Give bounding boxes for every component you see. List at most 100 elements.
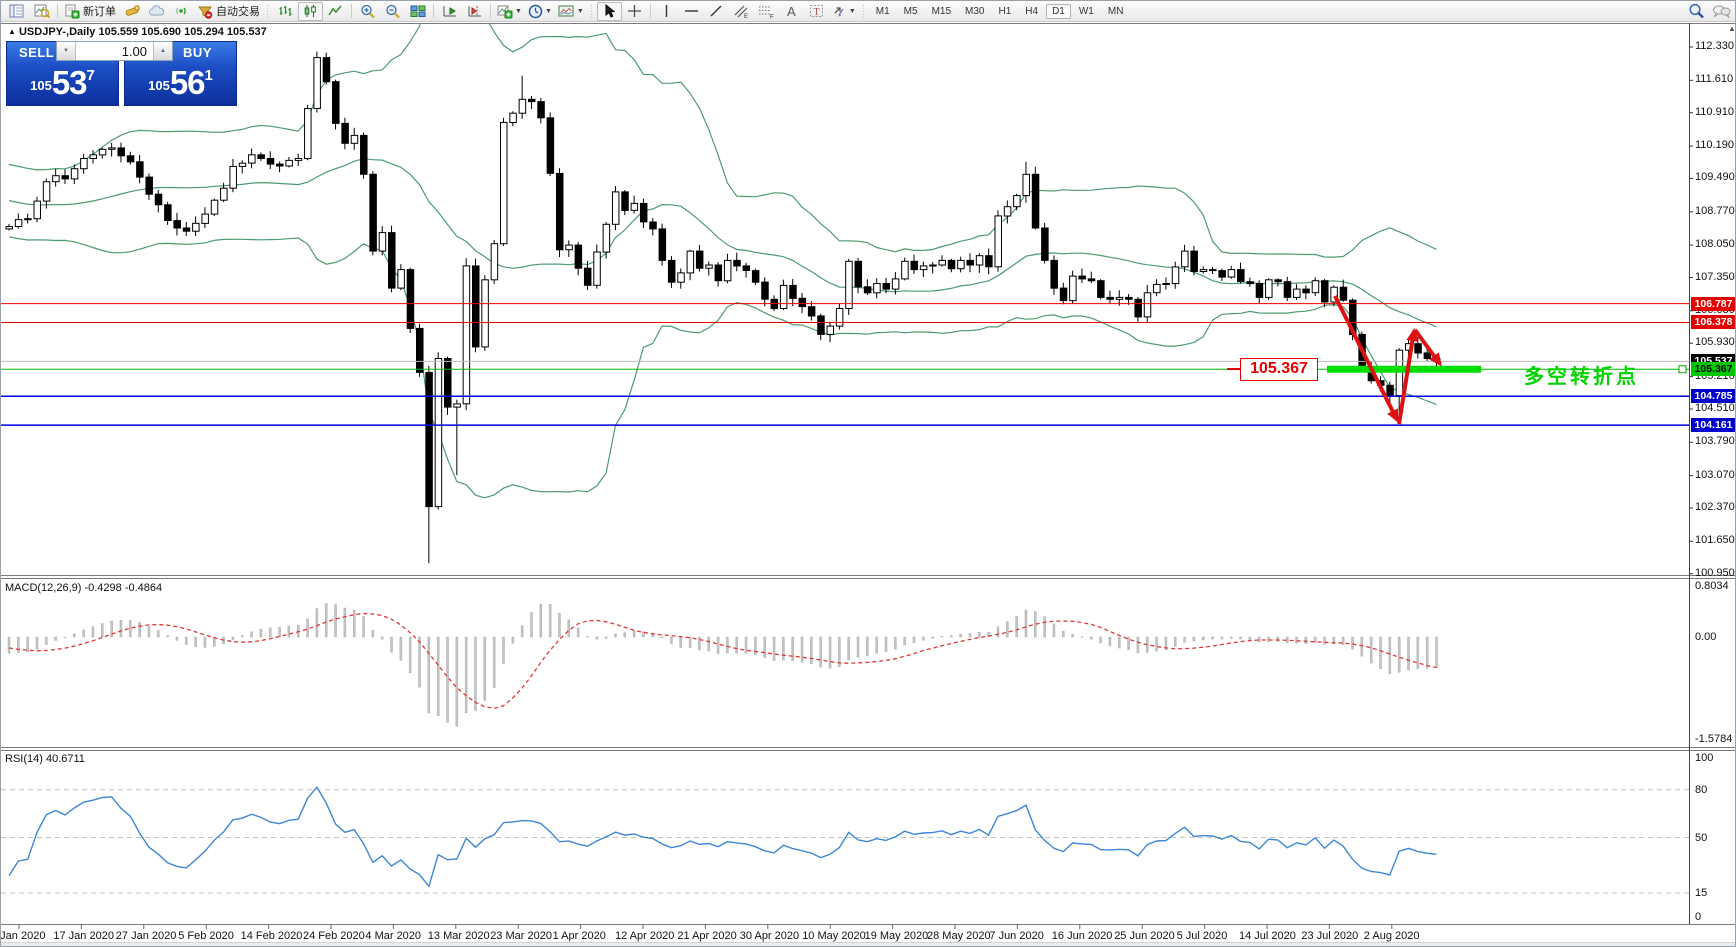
macd-histogram-bar	[642, 632, 644, 637]
toolbar-drag-handle[interactable]	[266, 5, 270, 18]
timeframe-button-m30[interactable]: M30	[959, 4, 990, 19]
autotrading-icon	[197, 4, 213, 19]
chart-shift-button[interactable]	[462, 2, 487, 21]
trendline-tool-button[interactable]	[704, 2, 729, 21]
macd-histogram-bar	[241, 636, 243, 637]
timeframe-button-w1[interactable]: W1	[1073, 4, 1100, 19]
chart-profile-button[interactable]	[29, 2, 54, 21]
candle-body	[752, 271, 759, 283]
volume-increase-button[interactable]: ▲	[153, 42, 172, 60]
cursor-button[interactable]	[597, 2, 622, 21]
timeframe-button-mn[interactable]: MN	[1102, 4, 1130, 19]
horizontal-line-tool-button[interactable]	[679, 2, 704, 21]
shapes-tool-button[interactable]: ▼	[829, 2, 859, 21]
macd-histogram-bar	[1249, 637, 1251, 640]
macd-histogram-bar	[176, 637, 178, 640]
new-order-button[interactable]: 新订单	[61, 2, 119, 21]
candle-body	[1387, 385, 1394, 395]
signals-button[interactable]	[169, 2, 194, 21]
price-axis-label: 103.070	[1695, 469, 1735, 481]
styler-button[interactable]	[119, 2, 144, 21]
macd-histogram-bar	[764, 637, 766, 658]
macd-histogram-bar	[27, 637, 29, 652]
candle-body	[967, 260, 974, 265]
candle-body	[25, 219, 32, 220]
zoom-out-button[interactable]	[380, 2, 405, 21]
timeframe-button-m15[interactable]: M15	[926, 4, 957, 19]
macd-histogram-bar	[558, 613, 560, 637]
search-button[interactable]	[1684, 2, 1709, 21]
candle-body	[239, 163, 246, 166]
chart-canvas[interactable]	[1, 1, 1736, 947]
candle-body	[165, 205, 172, 221]
cloud-icon	[148, 4, 165, 18]
timeframe-button-h1[interactable]: H1	[992, 4, 1017, 19]
tile-windows-icon	[410, 4, 426, 18]
candle-body	[1350, 300, 1357, 334]
timeframe-button-m5[interactable]: M5	[898, 4, 924, 19]
auto-scroll-button[interactable]	[437, 2, 462, 21]
candle-body	[1266, 280, 1273, 298]
macd-histogram-bar	[586, 636, 588, 637]
red-trend-arrow[interactable]	[1335, 296, 1397, 420]
toolbar-drag-handle[interactable]	[862, 5, 866, 18]
red-trend-arrow[interactable]	[1399, 331, 1414, 424]
macd-histogram-bar	[1389, 637, 1391, 674]
candle-body	[659, 229, 666, 261]
timeframe-button-d1[interactable]: D1	[1046, 4, 1071, 19]
indicators-button[interactable]: ▼	[494, 2, 525, 21]
timeframe-button-h4[interactable]: H4	[1019, 4, 1044, 19]
signal-icon	[174, 4, 189, 18]
label-tool-button[interactable]: T	[804, 2, 829, 21]
annotation-turning-point-text[interactable]: 多空转折点	[1524, 360, 1639, 389]
macd-histogram-bar	[670, 637, 672, 644]
candle-body	[883, 284, 890, 290]
volume-decrease-button[interactable]: ▼	[57, 42, 76, 60]
templates-button[interactable]: ▼	[555, 2, 587, 21]
macd-histogram-bar	[1230, 637, 1232, 638]
zoom-in-icon	[360, 4, 376, 19]
price-axis-label: 110.190	[1695, 139, 1734, 151]
svg-text:T: T	[813, 7, 819, 18]
autotrading-button[interactable]: 自动交易	[194, 2, 263, 21]
collapse-triangle-icon[interactable]: ▲	[8, 27, 16, 36]
macd-axis-label: -1.5784	[1695, 733, 1732, 745]
date-axis-label: 28 May 2020	[927, 930, 991, 942]
candle-body	[1312, 281, 1319, 293]
text-tool-button[interactable]: A	[779, 2, 804, 21]
toolbar-drag-handle[interactable]	[590, 5, 594, 18]
macd-histogram-bar	[792, 637, 794, 661]
channel-tool-button[interactable]: E	[729, 2, 754, 21]
macd-histogram-bar	[1156, 637, 1158, 651]
trendline-handle[interactable]	[1679, 366, 1686, 373]
red-trend-arrow[interactable]	[1415, 330, 1440, 364]
macd-histogram-bar	[223, 637, 225, 644]
macd-histogram-bar	[428, 637, 430, 713]
candle-chart-mode-button[interactable]	[298, 2, 323, 21]
candle-body	[1070, 276, 1077, 301]
chart-scroll-marker-icon[interactable]: ▲	[1728, 24, 1736, 33]
line-chart-mode-button[interactable]	[323, 2, 348, 21]
chart-list-button[interactable]	[4, 2, 29, 21]
community-button[interactable]	[144, 2, 169, 21]
bar-chart-mode-button[interactable]	[273, 2, 298, 21]
tile-windows-button[interactable]	[405, 2, 430, 21]
chat-button[interactable]	[1709, 2, 1734, 21]
timeframe-button-m1[interactable]: M1	[870, 4, 896, 19]
fibonacci-tool-button[interactable]: F	[754, 2, 779, 21]
periods-button[interactable]: ▼	[525, 2, 555, 21]
candle-body	[939, 260, 946, 265]
annotation-price-box[interactable]: 105.367	[1240, 358, 1318, 381]
candle-body	[1396, 350, 1403, 395]
bollinger-middle-band	[9, 159, 1437, 327]
macd-histogram-bar	[475, 637, 477, 711]
crosshair-button[interactable]	[622, 2, 647, 21]
volume-input[interactable]: 1.00	[76, 42, 153, 60]
macd-histogram-bar	[1053, 624, 1055, 637]
macd-histogram-bar	[167, 636, 169, 638]
zoom-in-button[interactable]	[355, 2, 380, 21]
vertical-line-tool-button[interactable]	[654, 2, 679, 21]
candle-body	[594, 252, 601, 285]
candle-body	[1172, 267, 1179, 284]
price-axis-label: 104.510	[1695, 402, 1735, 414]
